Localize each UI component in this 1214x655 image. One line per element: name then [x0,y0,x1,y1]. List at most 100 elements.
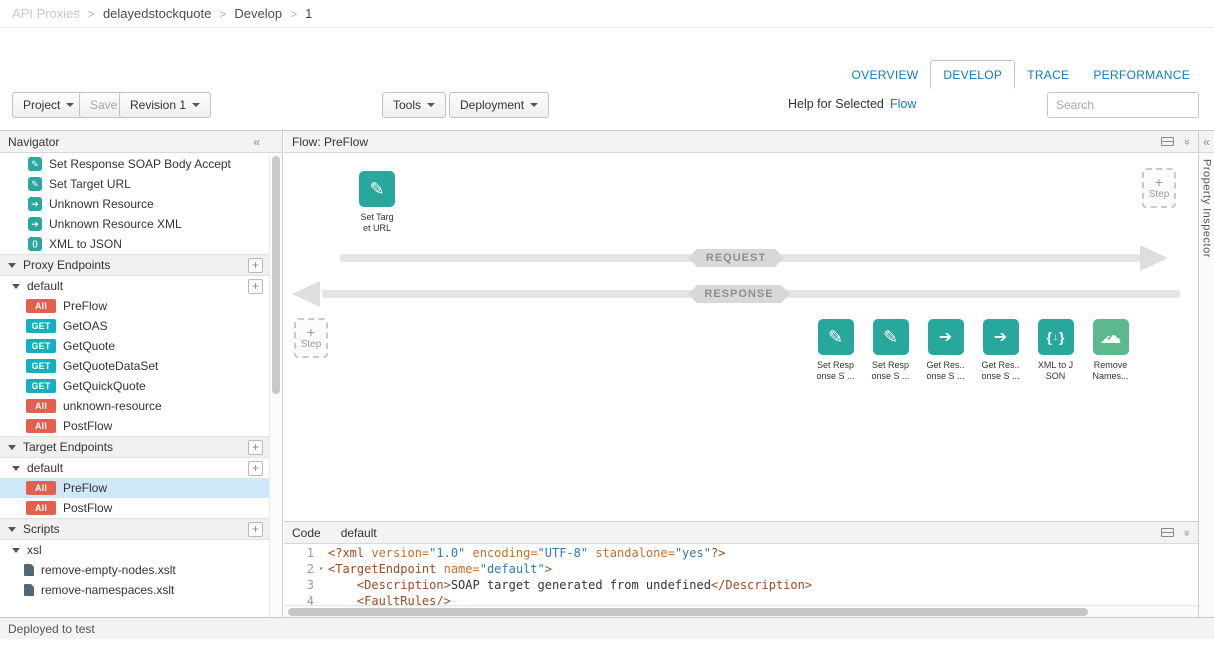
caret-down-icon[interactable] [12,284,20,289]
tools-menu-button[interactable]: Tools [382,92,446,118]
response-policy[interactable]: ✎Set Response S ... [863,319,918,382]
flow-header: Flow: PreFlow « [284,131,1198,153]
nav-flow-getoas[interactable]: GETGetOAS [0,316,269,336]
nav-flow-getquotedataset[interactable]: GETGetQuoteDataSet [0,356,269,376]
nav-file-remove-namespaces-xslt[interactable]: remove-namespaces.xslt [0,580,269,600]
add-button[interactable]: + [248,279,263,294]
navigator-list: ✎Set Response SOAP Body Accept✎Set Targe… [0,154,269,618]
split-view-icon[interactable] [1161,137,1174,146]
collapse-navigator-icon[interactable]: « [253,135,260,149]
code-segment: "default" [480,562,545,576]
collapse-panel-icon[interactable]: « [1181,138,1193,144]
collapse-panel-icon[interactable]: « [1181,529,1193,535]
breadcrumb-proxy-name[interactable]: delayedstockquote [103,6,211,21]
response-policy[interactable]: ➔Get Res..onse S ... [918,319,973,382]
caret-down-icon[interactable] [8,263,16,268]
nav-flow-getquote[interactable]: GETGetQuote [0,336,269,356]
caret-down-icon[interactable] [12,548,20,553]
nav-flow-unknown-resource[interactable]: Allunknown-resource [0,396,269,416]
add-step-button[interactable]: + Step [1142,168,1176,208]
arrow-down-icon: ↓ [1053,332,1058,343]
nav-section-scripts[interactable]: Scripts+ [0,518,269,540]
code-segment: </Description> [711,578,812,592]
deployment-menu-button[interactable]: Deployment [449,92,549,118]
caret-down-icon[interactable] [12,466,20,471]
nav-group-default[interactable]: default + [0,276,269,296]
policy-label: Set Response S ... [816,360,854,382]
nav-flow-postflow[interactable]: AllPostFlow [0,416,269,436]
label-line: et URL [360,223,393,234]
add-button[interactable]: + [248,440,263,455]
label-line: Set Resp [871,360,909,371]
nav-section-proxy-endpoints[interactable]: Proxy Endpoints+ [0,254,269,276]
flow-canvas: ✎ Set Targ et URL + Step REQUEST RESPONS… [284,154,1198,521]
tab-trace[interactable]: TRACE [1015,60,1081,89]
nav-policy-unknown-resource[interactable]: ➔Unknown Resource [0,194,269,214]
code-text: <TargetEndpoint name="default"> [328,561,552,577]
add-step-button[interactable]: + Step [294,318,328,358]
tab-overview[interactable]: OVERVIEW [840,60,931,89]
nav-section-target-endpoints[interactable]: Target Endpoints+ [0,436,269,458]
policy-label: XML to JSON [49,237,122,251]
nav-flow-preflow[interactable]: AllPreFlow [0,296,269,316]
nav-group-default[interactable]: default+ [0,458,269,478]
nav-flow-getquickquote[interactable]: GETGetQuickQuote [0,376,269,396]
code-segment: standalone= [588,546,675,560]
add-button[interactable]: + [248,258,263,273]
caret-down-icon[interactable] [8,527,16,532]
breadcrumb-develop[interactable]: Develop [234,6,282,21]
code-segment: <Description> [357,578,451,592]
request-policy[interactable]: ✎ Set Targ et URL [346,171,408,234]
caret-down-icon[interactable] [8,445,16,450]
line-number: 3 [284,577,314,593]
nav-label: default [27,279,63,293]
method-badge: GET [26,379,56,393]
split-view-icon[interactable] [1161,528,1174,537]
nav-policy-set-target-url[interactable]: ✎Set Target URL [0,174,269,194]
main-panel: Flow: PreFlow « ✎ Set Targ et URL + Step [284,131,1198,617]
response-policy[interactable]: {↓}XML to JSON [1028,319,1083,382]
breadcrumb-revision: 1 [305,6,312,21]
code-segment: "1.0" [429,546,465,560]
nav-group-xsl[interactable]: xsl [0,540,269,560]
selected-flow-link[interactable]: Flow [890,97,916,111]
extract-policy-icon: ➔ [983,319,1019,355]
response-policy[interactable]: ➔Get Res..onse S ... [973,319,1028,382]
nav-policy-xml-to-json[interactable]: {} XML to JSON [0,234,269,254]
label-line: Remove [1092,360,1128,371]
response-policies: ✎Set Response S ...✎Set Response S ...➔G… [808,319,1138,382]
code-tab-default[interactable]: default [341,526,377,540]
line-number: 2 [284,561,314,577]
policy-label: Unknown Resource XML [49,217,182,231]
nav-policy-unknown-resource-xml[interactable]: ➔Unknown Resource XML [0,214,269,234]
project-menu-button[interactable]: Project [12,92,85,118]
code-line: 2▾<TargetEndpoint name="default"> [284,561,1198,577]
fold-widget[interactable]: ▾ [314,561,328,577]
tab-performance[interactable]: PERFORMANCE [1081,60,1202,89]
search-input[interactable] [1047,92,1199,118]
tab-develop[interactable]: DEVELOP [930,60,1015,89]
nav-policy-set-response-soap-body-accept[interactable]: ✎Set Response SOAP Body Accept [0,154,269,174]
add-button[interactable]: + [248,522,263,537]
nav-flow-postflow[interactable]: AllPostFlow [0,498,269,518]
scrollbar-thumb[interactable] [272,156,280,394]
expand-property-inspector-icon[interactable]: « [1203,135,1210,149]
code-segment: name= [444,562,480,576]
edit-policy-icon: ✎ [28,157,42,171]
scrollbar-thumb[interactable] [288,608,1088,616]
breadcrumb: API Proxies > delayedstockquote > Develo… [0,0,1214,28]
nav-flow-preflow[interactable]: AllPreFlow [0,478,269,498]
response-policy[interactable]: ✎Set Response S ... [808,319,863,382]
code-segment: ?> [711,546,725,560]
extract-policy-icon: ➔ [928,319,964,355]
cloud-check-icon: ☁✓ [1093,319,1129,355]
flow-label: GetQuoteDataSet [63,359,158,373]
xmltojson-policy-icon: {} [28,237,42,251]
response-policy[interactable]: ☁✓ RemoveNames... [1083,319,1138,382]
nav-file-remove-empty-nodes-xslt[interactable]: remove-empty-nodes.xslt [0,560,269,580]
add-button[interactable]: + [248,461,263,476]
policy-label: RemoveNames... [1092,360,1128,382]
revision-menu-button[interactable]: Revision 1 [119,92,211,118]
policy-label: XML to JSON [1038,360,1073,382]
breadcrumb-api-proxies[interactable]: API Proxies [12,6,80,21]
